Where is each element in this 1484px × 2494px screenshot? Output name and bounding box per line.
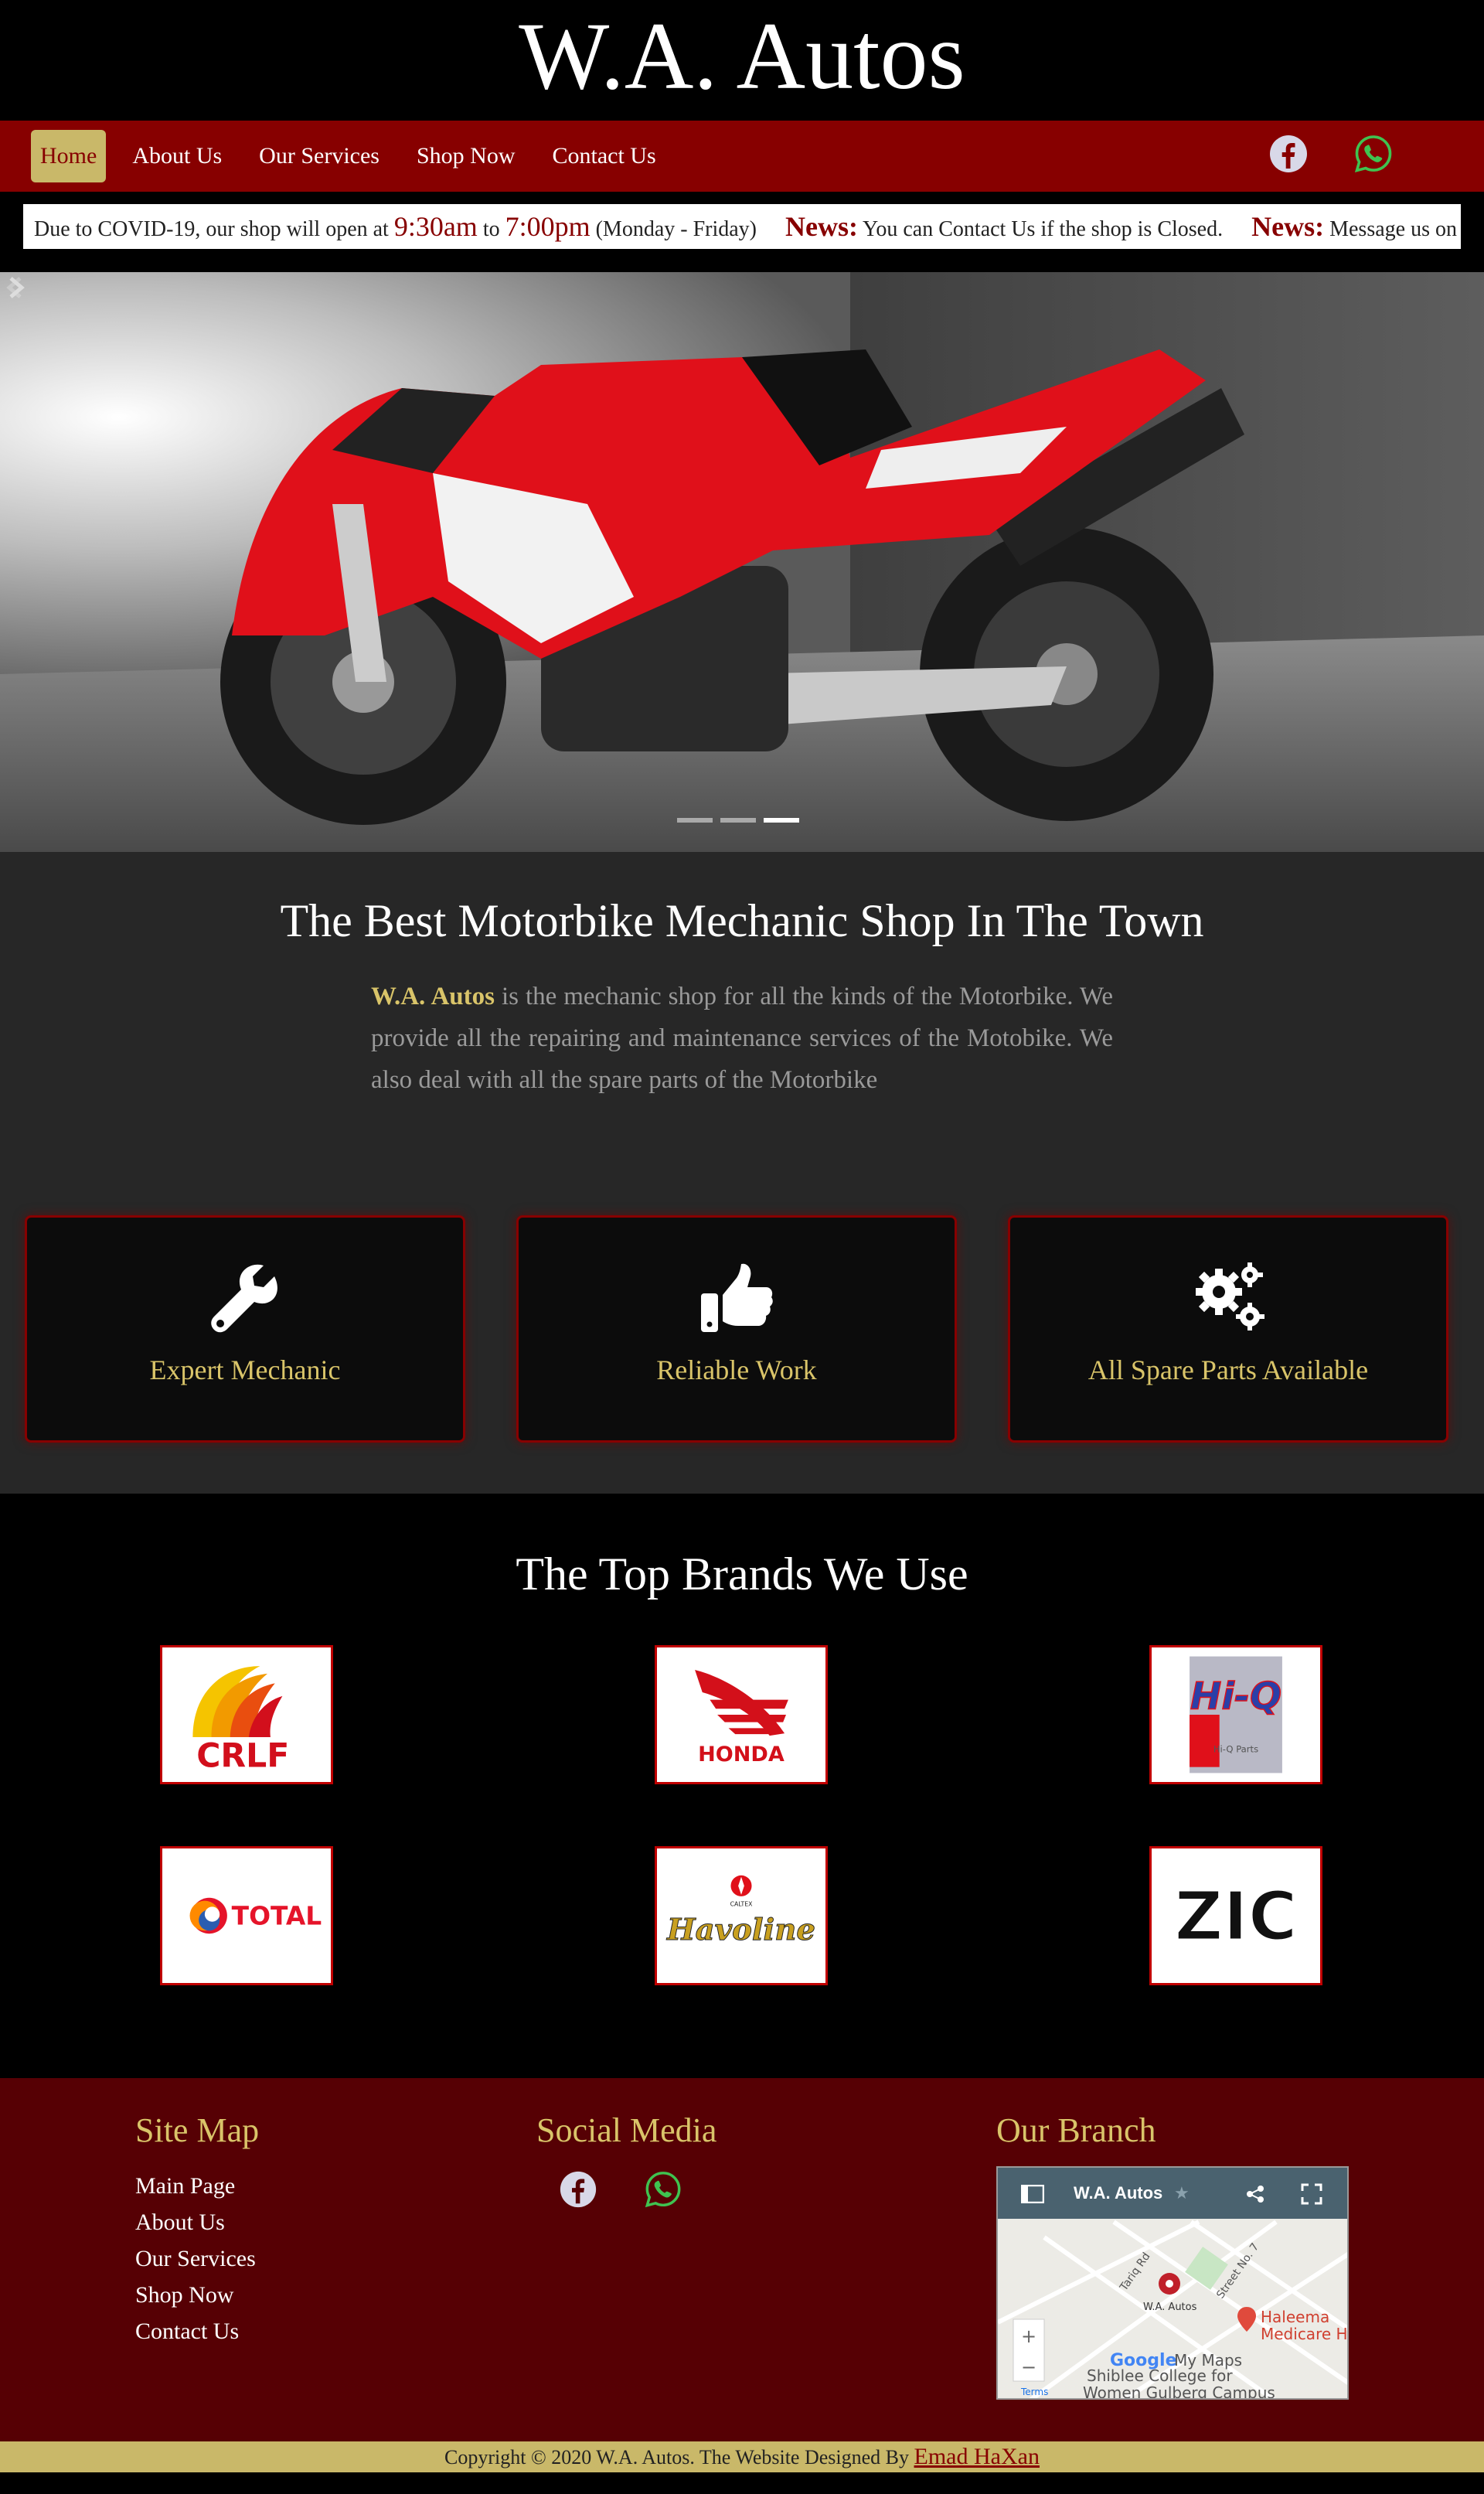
feature-label: Reliable Work [656, 1354, 817, 1385]
nav-shop-now[interactable]: Shop Now [406, 130, 526, 182]
about-brand-name: W.A. Autos [371, 983, 495, 1010]
nav-about-us[interactable]: About Us [121, 130, 233, 182]
brand-logo-hiq: Hi-Q Hi-Q Parts [1149, 1645, 1322, 1784]
fullscreen-icon[interactable] [1301, 2183, 1322, 2205]
site-footer: Site Map Main Page About Us Our Services… [0, 2078, 1484, 2441]
brand-logo-honda: HONDA [655, 1645, 828, 1784]
whatsapp-icon[interactable] [643, 2169, 683, 2210]
hero-motorbike-image [0, 272, 1484, 852]
nav-home[interactable]: Home [31, 130, 107, 182]
footer-link-our-services[interactable]: Our Services [135, 2240, 256, 2277]
ticker-open-time: 9:30am [393, 211, 478, 242]
nav-our-services[interactable]: Our Services [248, 130, 390, 182]
ticker-news-text: Message us on W [1329, 217, 1461, 241]
footer-link-about-us[interactable]: About Us [135, 2204, 256, 2240]
thumbs-up-icon [701, 1263, 773, 1332]
brands-title: The Top Brands We Use [516, 1549, 968, 1600]
designer-link[interactable]: Emad HaXan [914, 2444, 1040, 2469]
main-nav: Home About Us Our Services Shop Now Cont… [0, 121, 1484, 192]
ticker-to: to [477, 217, 505, 241]
facebook-icon[interactable] [1268, 133, 1309, 175]
carousel-indicator[interactable] [677, 818, 713, 823]
brand-name-zic: ZIC [1174, 1877, 1297, 1956]
brand-logo-havoline: CALTEX Havoline [655, 1846, 828, 1985]
ticker-hours-text: Due to COVID-19, our shop will open at [34, 217, 394, 241]
brand-name-hiq: Hi-Q [1190, 1675, 1281, 1718]
about-title: The Best Motorbike Mechanic Shop In The … [280, 895, 1204, 946]
brand-logo-total: TOTAL [160, 1846, 333, 1985]
feature-label: Expert Mechanic [149, 1354, 341, 1385]
social-media-title: Social Media [536, 2111, 717, 2149]
carousel-indicators [677, 818, 807, 823]
brand-subtext-hiq: Hi-Q Parts [1213, 1743, 1258, 1754]
feature-label: All Spare Parts Available [1087, 1354, 1369, 1385]
map-label-haleema: Haleema [1261, 2308, 1329, 2326]
wrench-icon [211, 1264, 277, 1333]
star-icon[interactable]: ★ [1174, 2168, 1190, 2219]
ticker-days: (Monday - Friday) [590, 217, 757, 241]
footer-link-main-page[interactable]: Main Page [135, 2168, 256, 2204]
map-sidebar-icon[interactable] [1021, 2185, 1044, 2203]
carousel-next-icon[interactable] [0, 272, 31, 303]
map-pin-label: W.A. Autos [1143, 2301, 1197, 2313]
ticker-news-label: News: [1251, 211, 1325, 242]
site-map-links: Main Page About Us Our Services Shop Now… [135, 2168, 256, 2349]
footer-link-contact-us[interactable]: Contact Us [135, 2313, 256, 2349]
features-row: Expert Mechanic Reliable Work All Spare … [25, 1215, 1484, 1443]
map-zoom-out-icon: − [1021, 2356, 1036, 2378]
brand-name-honda: HONDA [698, 1743, 785, 1767]
bottom-strip [0, 2472, 1484, 2494]
carousel-indicator[interactable] [720, 818, 756, 823]
ticker-news-label: News: [785, 211, 858, 242]
site-title: W.A. Autos [519, 3, 965, 109]
gears-icon [1196, 1262, 1264, 1330]
my-maps-label: My Maps [1174, 2351, 1242, 2370]
feature-card-spare-parts: All Spare Parts Available [1008, 1215, 1448, 1443]
ticker-news-text: You can Contact Us if the shop is Closed… [858, 217, 1224, 241]
hero-carousel [0, 272, 1484, 852]
about-section: The Best Motorbike Mechanic Shop In The … [0, 852, 1484, 1494]
our-branch-title: Our Branch [996, 2111, 1156, 2149]
facebook-icon[interactable] [558, 2169, 598, 2210]
nav-contact-us[interactable]: Contact Us [541, 130, 666, 182]
brand-name-total: TOTAL [232, 1901, 322, 1931]
copyright-text: Copyright © 2020 W.A. Autos. The Website… [444, 2446, 914, 2468]
copyright-bar: Copyright © 2020 W.A. Autos. The Website… [0, 2441, 1484, 2472]
map-title-bar: W.A. Autos ★ [998, 2168, 1347, 2219]
share-icon[interactable] [1245, 2185, 1265, 2203]
carousel-indicator-active[interactable] [764, 818, 799, 823]
footer-link-shop-now[interactable]: Shop Now [135, 2277, 256, 2313]
map-label-campus: Women Gulberg Campus [1083, 2383, 1275, 2400]
map-zoom-in-icon: + [1021, 2325, 1036, 2347]
feature-card-reliable-work: Reliable Work [516, 1215, 957, 1443]
ticker-close-time: 7:00pm [505, 211, 591, 242]
site-map-title: Site Map [135, 2111, 260, 2149]
feature-card-expert-mechanic: Expert Mechanic [25, 1215, 465, 1443]
branch-map[interactable]: Tariq Rd Street No. 7 W.A. Autos Haleema… [996, 2166, 1349, 2400]
brands-section: The Top Brands We Use CRLF HONDA Hi-Q Hi… [0, 1494, 1484, 2078]
brand-name-havoline: Havoline [666, 1913, 815, 1947]
brand-subtext-caltex: CALTEX [730, 1900, 753, 1907]
brand-name-crlf: CRLF [196, 1738, 289, 1776]
google-logo: Google [1110, 2351, 1177, 2370]
site-header: W.A. Autos [0, 0, 1484, 121]
news-ticker-strip: Due to COVID-19, our shop will open at 9… [0, 192, 1484, 272]
map-label-medicare: Medicare Ho [1261, 2325, 1349, 2343]
whatsapp-icon[interactable] [1353, 133, 1394, 175]
brand-logo-zic: ZIC [1149, 1846, 1322, 1985]
news-ticker: Due to COVID-19, our shop will open at 9… [23, 204, 1461, 249]
brand-logo-crlf: CRLF [160, 1645, 333, 1784]
map-terms-link: Terms [1020, 2387, 1048, 2397]
about-text: W.A. Autos is the mechanic shop for all … [371, 976, 1113, 1101]
footer-social-links [558, 2169, 728, 2210]
map-place-title: W.A. Autos [1074, 2183, 1163, 2203]
